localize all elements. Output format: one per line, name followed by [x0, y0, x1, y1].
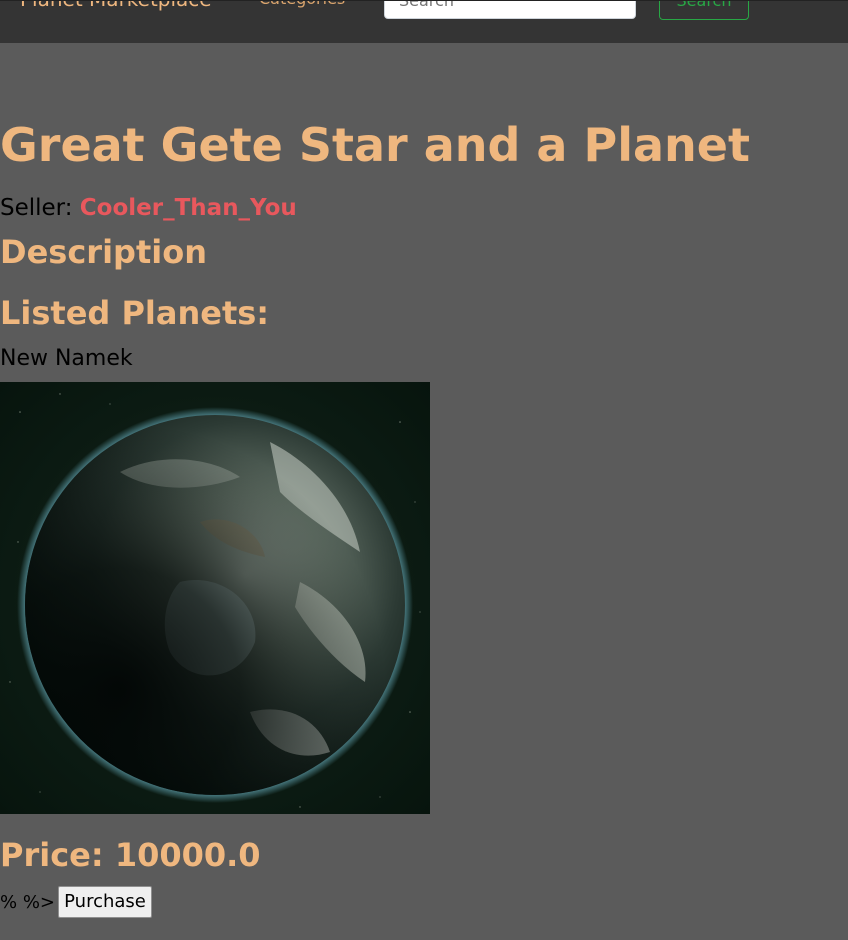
navbar: Planet Marketplace Categories Search: [0, 0, 848, 43]
search-button[interactable]: Search: [659, 1, 749, 20]
nav-categories-link[interactable]: Categories: [259, 1, 345, 8]
stray-template-text: % %>: [0, 892, 56, 913]
purchase-button[interactable]: Purchase: [58, 886, 152, 918]
search-input[interactable]: [384, 1, 636, 19]
planet-shadow: [25, 415, 405, 795]
listed-planets-heading: Listed Planets:: [0, 294, 270, 332]
planet-name: New Namek: [0, 346, 133, 371]
seller-name-link[interactable]: Cooler_Than_You: [80, 195, 297, 221]
description-heading: Description: [0, 233, 207, 271]
planet-image: [0, 382, 430, 814]
price: Price: 10000.0: [0, 836, 261, 874]
seller-line: Seller: Cooler_Than_You: [0, 193, 297, 223]
brand-link[interactable]: Planet Marketplace: [20, 1, 212, 11]
page-title: Great Gete Star and a Planet: [0, 118, 750, 172]
seller-label: Seller:: [0, 195, 73, 221]
